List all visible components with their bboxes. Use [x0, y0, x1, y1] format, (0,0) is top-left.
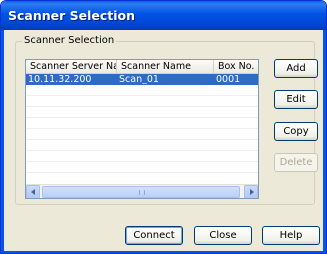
column-header-scanner-name[interactable]: Scanner Name [117, 60, 214, 74]
grip-icon [139, 190, 145, 195]
empty-list-row [26, 107, 258, 118]
list-row[interactable]: 10.11.32.200 Scan_01 0001 [26, 74, 258, 85]
cell-box-no: 0001 [216, 74, 241, 84]
scroll-left-button[interactable] [26, 185, 40, 198]
scrollbar-thumb[interactable] [42, 186, 240, 198]
edit-button[interactable]: Edit [274, 90, 318, 109]
empty-list-row [26, 129, 258, 140]
list-body: 10.11.32.200 Scan_01 0001 [26, 74, 258, 184]
empty-list-row [26, 85, 258, 96]
scanner-selection-group: Scanner Selection Scanner Server Name Sc… [15, 35, 318, 205]
empty-list-row [26, 140, 258, 151]
title-bar[interactable]: Scanner Selection [1, 1, 326, 30]
cell-scanner-name: Scan_01 [119, 74, 159, 84]
horizontal-scrollbar[interactable] [26, 184, 258, 198]
cell-server-name: 10.11.32.200 [28, 74, 92, 84]
delete-button[interactable]: Delete [274, 153, 318, 172]
column-header-box-no[interactable]: Box No. [214, 60, 258, 74]
column-header-server-name[interactable]: Scanner Server Name [26, 60, 117, 74]
chevron-right-icon [250, 189, 254, 195]
scanner-selection-dialog: Scanner Selection Scanner Selection Scan… [0, 0, 327, 254]
close-button[interactable]: Close [194, 226, 252, 245]
group-label: Scanner Selection [22, 35, 117, 46]
scroll-right-button[interactable] [244, 185, 258, 198]
empty-list-row [26, 151, 258, 162]
empty-list-row [26, 118, 258, 129]
chevron-left-icon [31, 189, 35, 195]
empty-list-row [26, 96, 258, 107]
copy-button[interactable]: Copy [274, 122, 318, 141]
add-button[interactable]: Add [274, 59, 318, 78]
connect-button[interactable]: Connect [125, 226, 183, 245]
scanner-list[interactable]: Scanner Server Name Scanner Name Box No.… [25, 59, 259, 199]
window-title: Scanner Selection [8, 8, 136, 23]
list-header: Scanner Server Name Scanner Name Box No. [26, 60, 258, 74]
empty-list-row [26, 162, 258, 173]
help-button[interactable]: Help [262, 226, 320, 245]
dialog-client-area: Scanner Selection Scanner Server Name Sc… [1, 30, 326, 253]
